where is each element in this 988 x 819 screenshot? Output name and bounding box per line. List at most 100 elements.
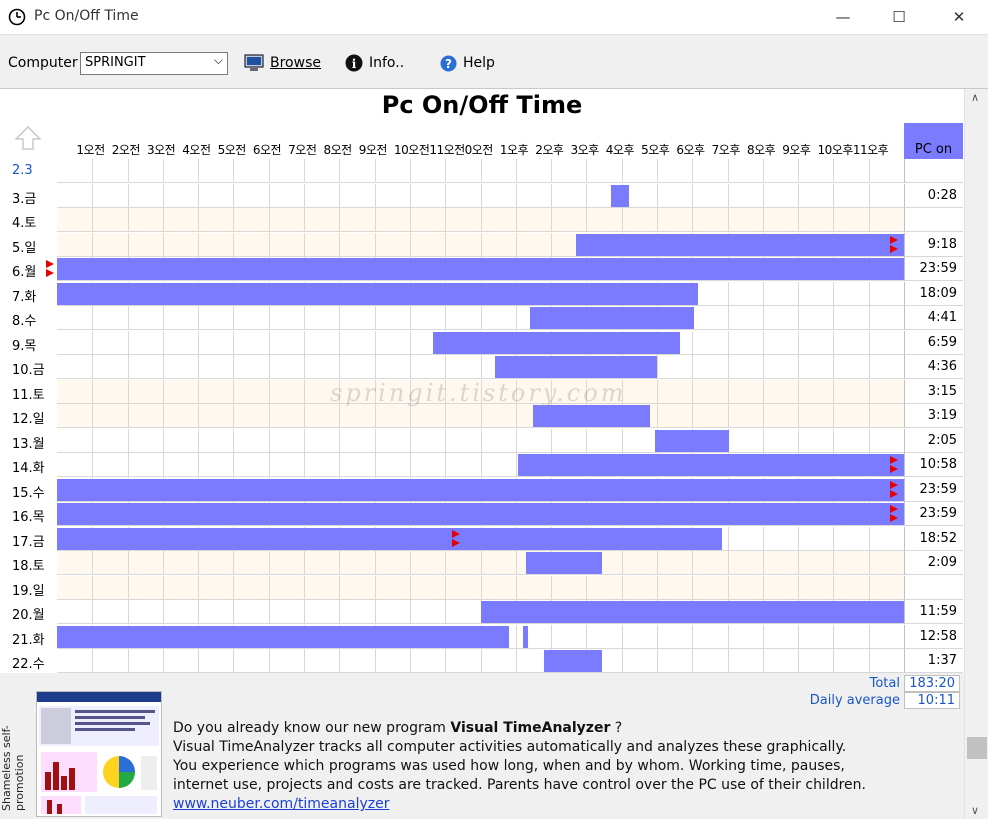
info-icon: i (345, 54, 363, 72)
day-grid (57, 281, 904, 306)
day-label: 2.3 (12, 163, 33, 178)
session-marker (452, 538, 461, 547)
day-grid (57, 306, 904, 330)
day-row: 6.월 23:59 (0, 257, 964, 282)
browse-button[interactable]: Browse (244, 52, 321, 74)
day-row: 18.토 2:09 (0, 551, 964, 576)
day-rows: 2.3 3.금 0:28 4.토 5.일 9:18 6.월 23:59 7.화 18:09 8.수 4… (0, 159, 964, 674)
chart-panel: Pc On/Off Time 1오전 2오전 3오전 4오전 5오전 6오전 7오전 8오전 9… (0, 89, 964, 819)
day-row: 13.월 2:05 (0, 428, 964, 454)
minimize-button[interactable]: — (820, 0, 866, 34)
daily-average-label: Daily average (809, 693, 900, 708)
day-row: 4.토 (0, 208, 964, 233)
maximize-button[interactable]: ☐ (876, 0, 922, 34)
day-label: 11.토 (12, 387, 45, 403)
on-time-bar (57, 625, 509, 648)
hour-label: 11오전 (429, 143, 465, 157)
svg-text:?: ? (445, 57, 452, 71)
pc-on-value: 18:52 (904, 526, 963, 551)
hour-label: 7오전 (288, 143, 317, 157)
browse-label: Browse (270, 55, 321, 71)
day-grid (57, 330, 904, 355)
session-marker (46, 269, 55, 277)
on-time-bar (57, 282, 698, 305)
pc-on-value: 23:59 (904, 502, 963, 526)
pc-on-value: 3:19 (904, 404, 963, 428)
session-marker (889, 456, 898, 464)
computer-select[interactable]: SPRINGIT ⌵ (80, 52, 228, 75)
promo-link[interactable]: www.neuber.com/timeanalyzer (173, 796, 389, 812)
day-label: 18.토 (12, 559, 45, 574)
pc-on-value: 11:59 (904, 600, 963, 624)
pc-on-value: 10:58 (904, 453, 963, 477)
session-marker (889, 244, 898, 253)
session-marker (889, 489, 898, 498)
pc-on-value: 23:59 (904, 477, 963, 502)
toolbar: Computer SPRINGIT ⌵ Browse i Info.. ? He… (0, 34, 988, 89)
day-label: 15.수 (12, 485, 45, 501)
pc-on-value: 9:18 (904, 232, 963, 257)
day-row: 2.3 (0, 159, 964, 184)
scrollbar-thumb[interactable] (967, 737, 987, 759)
day-grid (57, 159, 904, 183)
pc-on-value: 4:41 (904, 306, 963, 330)
day-grid (57, 526, 904, 551)
session-marker (46, 260, 55, 268)
close-button[interactable]: ✕ (936, 0, 982, 34)
pc-on-value (904, 159, 963, 183)
day-grid (57, 428, 904, 453)
day-grid (57, 600, 904, 624)
on-time-bar (480, 601, 904, 623)
pc-on-value: 2:05 (904, 428, 963, 453)
info-button[interactable]: i Info.. (345, 52, 404, 74)
day-label: 20.월 (12, 608, 45, 623)
day-label: 9.목 (12, 338, 37, 354)
hour-label: 10오전 (394, 143, 430, 157)
window-title: Pc On/Off Time (34, 8, 139, 24)
watermark: springit.tistory.com (330, 379, 627, 407)
computer-select-value: SPRINGIT (85, 55, 146, 70)
day-label: 10.금 (12, 363, 45, 378)
day-grid (57, 551, 904, 575)
scroll-up-arrow-icon[interactable] (14, 125, 42, 151)
scroll-down-icon[interactable]: ∨ (971, 804, 979, 817)
hour-label: 5오후 (641, 143, 670, 157)
day-label: 5.일 (12, 240, 37, 256)
day-row: 16.목 23:59 (0, 502, 964, 527)
scroll-up-icon[interactable]: ∧ (971, 91, 979, 104)
day-grid (57, 355, 904, 379)
product-thumbnail-icon (37, 692, 161, 814)
day-grid (46, 257, 904, 281)
promo-lead-end: ? (610, 720, 623, 736)
day-row: 15.수 23:59 (0, 477, 964, 503)
help-label: Help (463, 55, 495, 71)
daily-average-value: 10:11 (904, 692, 960, 709)
day-grid (57, 649, 904, 673)
hour-label: 9오후 (782, 143, 811, 157)
pc-on-value: 4:36 (904, 355, 963, 379)
pc-on-value (904, 575, 963, 600)
computer-icon (244, 54, 264, 71)
day-label: 17.금 (12, 534, 45, 550)
hour-label: 7오후 (711, 143, 741, 157)
on-time-bar (575, 233, 904, 256)
hour-label: 2오후 (535, 143, 564, 157)
on-time-bar (533, 405, 650, 427)
pc-on-value (904, 208, 963, 232)
hour-label: 5오전 (217, 143, 247, 157)
hour-label: 4오후 (605, 143, 635, 157)
on-time-bar (526, 552, 603, 574)
product-screenshot[interactable] (36, 691, 162, 817)
help-button[interactable]: ? Help (440, 52, 495, 74)
pc-on-value: 18:09 (904, 281, 963, 306)
day-label: 4.토 (12, 216, 37, 231)
pc-on-value: 3:15 (904, 379, 963, 404)
day-row: 12.일 3:19 (0, 404, 964, 429)
on-time-bar (544, 650, 603, 672)
total-label: Total (869, 676, 900, 691)
vertical-scrollbar[interactable]: ∧ ∨ (964, 89, 988, 819)
day-grid (57, 477, 904, 502)
day-row: 5.일 9:18 (0, 232, 964, 258)
chart-title: Pc On/Off Time (381, 91, 583, 119)
session-marker (889, 505, 898, 513)
